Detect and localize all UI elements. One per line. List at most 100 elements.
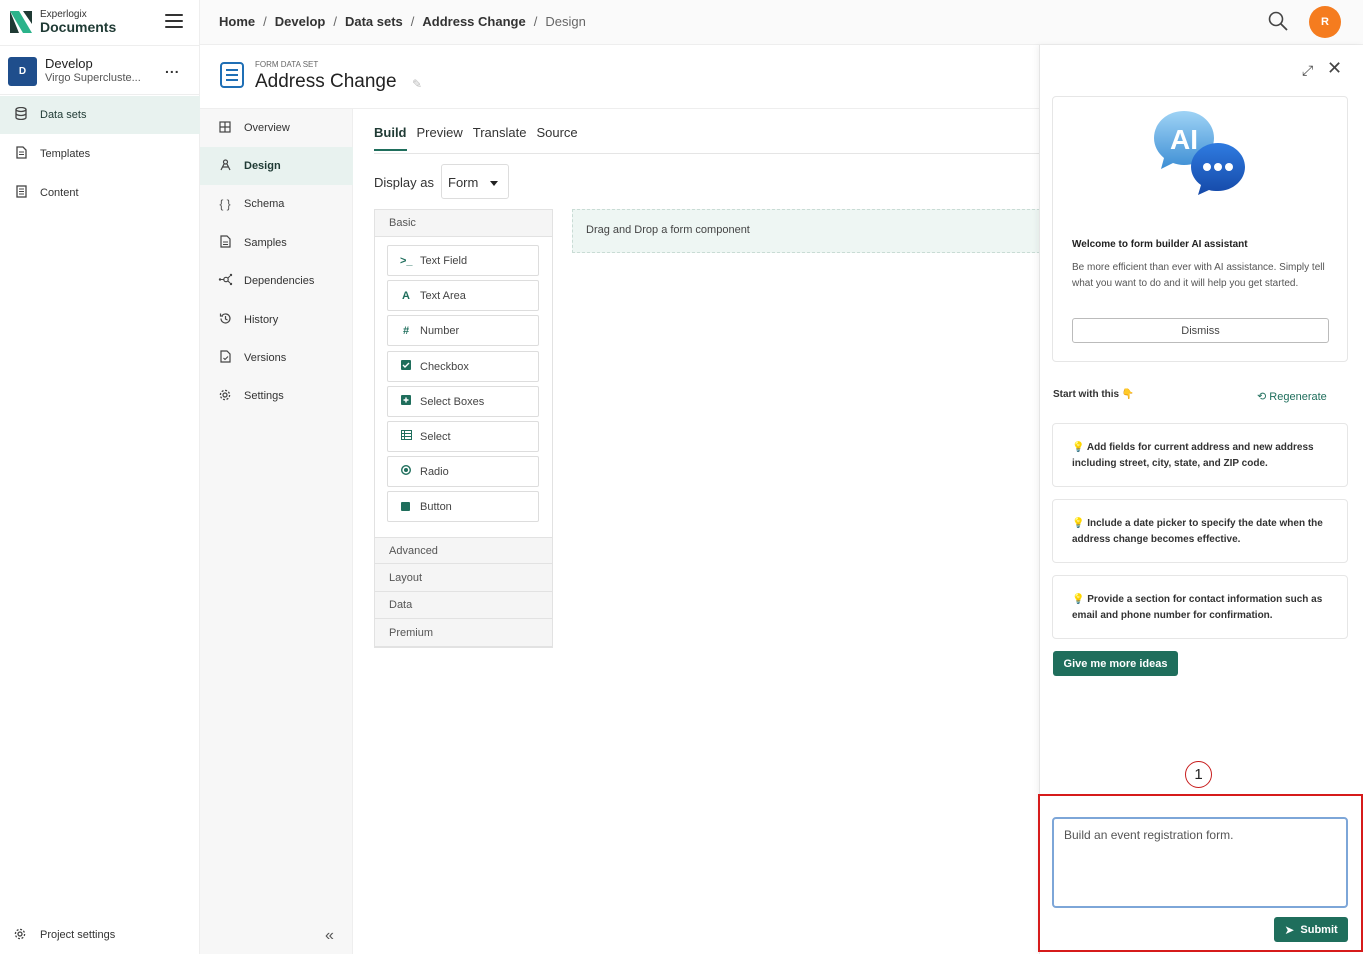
dataset-nav-label: Design xyxy=(244,160,281,172)
more-ideas-button[interactable]: Give me more ideas xyxy=(1053,651,1178,676)
pencil-icon[interactable]: ✎ xyxy=(412,77,422,91)
breadcrumb-data-sets[interactable]: Data sets xyxy=(345,14,403,29)
close-icon[interactable]: ✕ xyxy=(1327,58,1342,79)
step-marker: 1 xyxy=(1185,761,1212,788)
component-label: Text Field xyxy=(420,254,468,267)
gear-icon xyxy=(14,928,28,943)
database-icon xyxy=(14,106,28,123)
user-avatar[interactable]: R xyxy=(1309,6,1341,38)
regenerate-button[interactable]: ⟲ Regenerate xyxy=(1257,390,1327,403)
sidebar: Experlogix Documents D Develop Virgo Sup… xyxy=(0,0,200,954)
breadcrumb-design: Design xyxy=(545,14,586,29)
group-premium[interactable]: Premium xyxy=(375,620,552,647)
search-icon[interactable] xyxy=(1268,11,1288,31)
topbar: Home / Develop / Data sets / Address Change… xyxy=(200,0,1363,45)
project-avatar: D xyxy=(8,57,37,86)
more-icon[interactable]: ... xyxy=(165,60,180,76)
brand-main: Documents xyxy=(40,19,117,35)
menu-icon[interactable] xyxy=(165,14,183,28)
component-palette: Basic >_ Text Field A Text Area # Number… xyxy=(374,209,553,648)
sidebar-item-content[interactable]: Content xyxy=(0,174,200,212)
tab-build[interactable]: Build xyxy=(374,125,407,151)
builder-tabs: Build Preview Translate Source xyxy=(374,125,588,151)
breadcrumb-address-change[interactable]: Address Change xyxy=(422,14,525,29)
component-select[interactable]: Select xyxy=(387,421,539,452)
sidebar-item-templates[interactable]: Templates xyxy=(0,135,200,173)
dataset-nav-history[interactable]: History xyxy=(200,301,353,339)
project-subtitle: Virgo Supercluste... xyxy=(45,72,141,84)
braces-icon: { } xyxy=(219,197,231,211)
dataset-nav-overview[interactable]: Overview xyxy=(200,109,353,147)
dataset-nav-schema[interactable]: { } Schema xyxy=(200,185,353,223)
tab-preview[interactable]: Preview xyxy=(417,125,463,151)
hash-icon: # xyxy=(402,324,410,337)
project-settings-link[interactable]: Project settings xyxy=(0,922,200,948)
dataset-nav-samples[interactable]: Samples xyxy=(200,224,353,262)
welcome-card: AI Welcome to form builder AI assistant … xyxy=(1052,96,1348,362)
dataset-nav-settings[interactable]: Settings xyxy=(200,377,353,415)
project-name: Develop xyxy=(45,56,93,71)
graph-icon xyxy=(218,273,233,289)
welcome-title: Welcome to form builder AI assistant xyxy=(1072,239,1248,250)
component-select-boxes[interactable]: Select Boxes xyxy=(387,386,539,417)
dataset-nav-label: Samples xyxy=(244,237,287,249)
group-advanced[interactable]: Advanced xyxy=(375,537,552,564)
dataset-nav-label: History xyxy=(244,314,279,326)
logo[interactable]: Experlogix Documents xyxy=(10,10,116,34)
tab-translate[interactable]: Translate xyxy=(473,125,527,151)
grid-icon xyxy=(218,120,232,136)
ai-assistant-panel: ⤢ ✕ AI Welcome to form builder AI assist… xyxy=(1038,45,1363,954)
sidebar-item-data-sets[interactable]: Data sets xyxy=(0,96,200,134)
sidebar-item-label: Data sets xyxy=(40,109,87,121)
group-data[interactable]: Data xyxy=(375,592,552,619)
prompt-input[interactable]: Build an event registration form. xyxy=(1052,817,1348,908)
sidebar-item-label: Content xyxy=(40,187,79,199)
component-checkbox[interactable]: Checkbox xyxy=(387,351,539,382)
group-basic[interactable]: Basic xyxy=(375,210,552,237)
send-icon: ➤ xyxy=(1284,922,1295,937)
display-as-select[interactable]: Form xyxy=(441,164,509,199)
display-as-label: Display as xyxy=(374,175,434,190)
component-radio[interactable]: Radio xyxy=(387,456,539,487)
component-text-area[interactable]: A Text Area xyxy=(387,280,539,311)
component-label: Number xyxy=(420,324,460,337)
page-title: Address Change xyxy=(255,71,397,92)
font-icon: A xyxy=(402,289,410,302)
dataset-nav-design[interactable]: Design xyxy=(200,147,353,185)
component-text-field[interactable]: >_ Text Field xyxy=(387,245,539,276)
dataset-nav-versions[interactable]: Versions xyxy=(200,339,353,377)
design-icon xyxy=(218,158,232,174)
submit-button[interactable]: ➤ Submit xyxy=(1274,917,1348,942)
dataset-nav-label: Overview xyxy=(244,122,290,134)
breadcrumb-develop[interactable]: Develop xyxy=(275,14,326,29)
idea-card[interactable]: 💡 Include a date picker to specify the d… xyxy=(1052,499,1348,563)
dataset-nav-label: Settings xyxy=(244,390,284,402)
page-header: FORM DATA SET Address Change ✎ xyxy=(200,45,1040,109)
breadcrumb: Home / Develop / Data sets / Address Change… xyxy=(219,14,586,29)
form-dropzone[interactable]: Drag and Drop a form component xyxy=(572,209,1040,253)
project-settings-label: Project settings xyxy=(40,929,116,941)
breadcrumb-home[interactable]: Home xyxy=(219,14,255,29)
component-label: Radio xyxy=(420,465,449,478)
display-as-value: Form xyxy=(448,175,479,190)
refresh-icon: ⟲ xyxy=(1257,391,1267,403)
idea-card[interactable]: 💡 Provide a section for contact informat… xyxy=(1052,575,1348,639)
dismiss-button[interactable]: Dismiss xyxy=(1072,318,1329,343)
dataset-nav-label: Schema xyxy=(244,198,285,210)
tab-source[interactable]: Source xyxy=(536,125,577,151)
group-layout[interactable]: Layout xyxy=(375,565,552,592)
stop-icon xyxy=(401,502,410,511)
component-number[interactable]: # Number xyxy=(387,315,539,346)
dataset-nav-dependencies[interactable]: Dependencies xyxy=(200,262,353,300)
collapse-icon[interactable]: « xyxy=(325,927,334,945)
ai-chat-icon: AI xyxy=(1154,111,1245,195)
project-switcher[interactable]: D Develop Virgo Supercluste... ... xyxy=(0,45,200,95)
idea-card[interactable]: 💡 Add fields for current address and new… xyxy=(1052,423,1348,487)
caret-down-icon xyxy=(490,181,498,186)
component-label: Select xyxy=(420,430,451,443)
component-button[interactable]: Button xyxy=(387,491,539,522)
plus-square-icon xyxy=(400,395,412,408)
dataset-nav-label: Versions xyxy=(244,352,287,364)
versions-icon xyxy=(218,350,232,366)
expand-icon[interactable]: ⤢ xyxy=(1302,62,1313,79)
